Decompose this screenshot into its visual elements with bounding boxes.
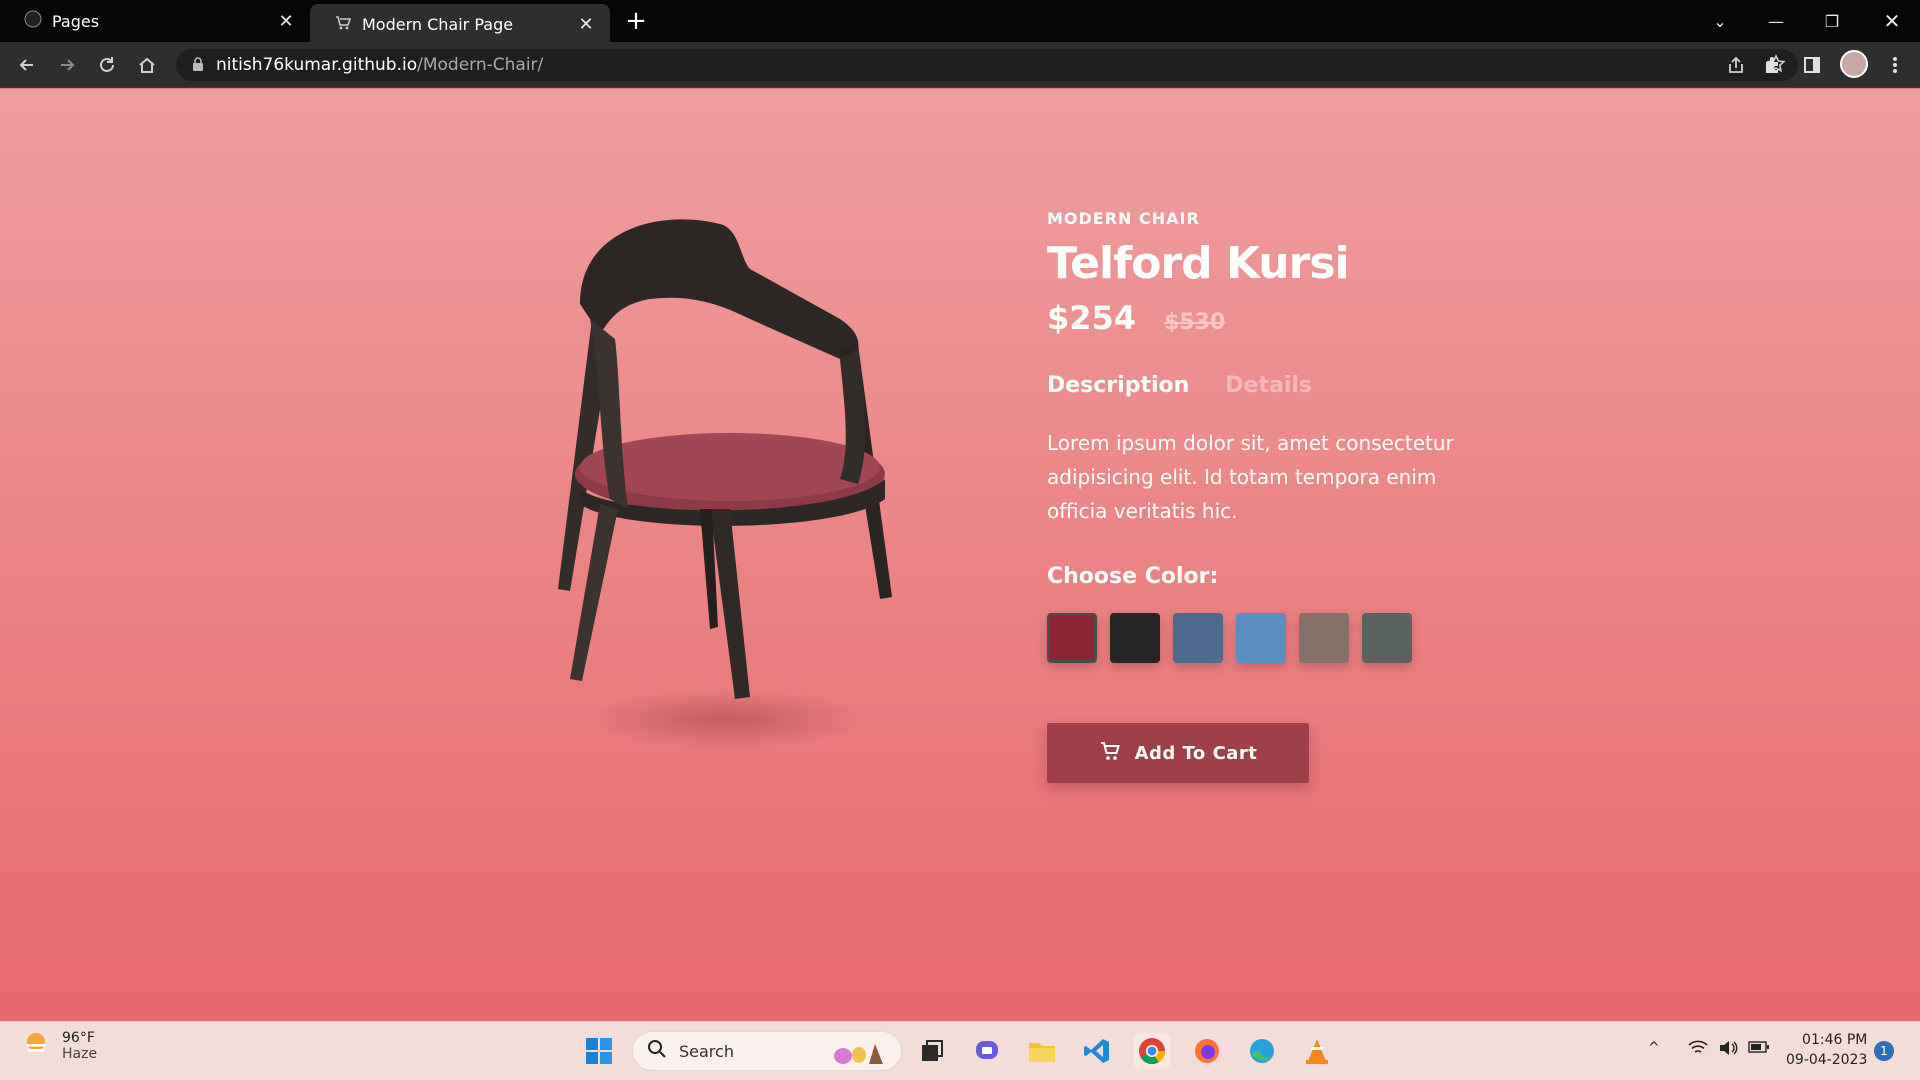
windows-start-icon[interactable] — [581, 1033, 617, 1069]
tab-title: Modern Chair Page — [362, 14, 514, 34]
firefox-icon[interactable] — [1189, 1033, 1225, 1069]
new-tab-button[interactable]: + — [622, 6, 650, 36]
product-description: Lorem ipsum dolor sit, amet consectetur … — [1047, 431, 1454, 523]
vlc-icon[interactable] — [1299, 1033, 1335, 1069]
edge-icon[interactable] — [1244, 1033, 1280, 1069]
minimize-icon[interactable]: — — [1748, 0, 1804, 42]
easter-eggs-icon — [831, 1038, 891, 1070]
github-icon — [24, 10, 42, 32]
product-title: Telford Kursi — [1047, 238, 1350, 289]
file-explorer-icon[interactable] — [1024, 1033, 1060, 1069]
close-tab-icon[interactable]: ✕ — [576, 14, 596, 35]
cart-icon — [1099, 740, 1135, 767]
browser-tab-strip: Pages ✕ Modern Chair Page ✕ + ⌄ — ❐ ✕ — [0, 0, 1920, 44]
browser-toolbar: nitish76kumar.github.io/Modern-Chair/ — [0, 42, 1920, 88]
home-icon[interactable] — [132, 50, 162, 80]
profile-avatar[interactable] — [1840, 50, 1868, 78]
task-view-icon[interactable] — [914, 1033, 950, 1069]
weather-widget[interactable]: 96°F Haze — [22, 1030, 97, 1062]
add-to-cart-button[interactable]: Add To Cart — [1047, 723, 1309, 783]
product-category: MODERN CHAIR — [1047, 209, 1200, 228]
original-price: $530 — [1164, 310, 1226, 335]
wifi-icon[interactable] — [1688, 1040, 1708, 1060]
volume-icon[interactable] — [1718, 1040, 1738, 1060]
address-bar[interactable]: nitish76kumar.github.io/Modern-Chair/ — [176, 49, 1798, 81]
choose-color-label: Choose Color: — [1047, 564, 1219, 589]
price-row: $254 $530 — [1047, 299, 1527, 337]
tab-title: Pages — [52, 11, 100, 31]
close-window-icon[interactable]: ✕ — [1864, 0, 1920, 42]
search-icon — [647, 1039, 667, 1063]
clock-date: 09-04-2023 — [1786, 1052, 1868, 1068]
chrome-icon[interactable] — [1134, 1033, 1170, 1069]
color-swatch-light-blue[interactable] — [1236, 613, 1286, 663]
add-to-cart-label: Add To Cart — [1134, 742, 1258, 764]
tab-details[interactable]: Details — [1225, 373, 1312, 398]
product-page: MODERN CHAIR Telford Kursi $254 $530 Des… — [0, 89, 1920, 1021]
tab-search-icon[interactable]: ⌄ — [1692, 0, 1748, 42]
taskbar-search[interactable]: Search — [632, 1031, 902, 1071]
vscode-icon[interactable] — [1079, 1033, 1115, 1069]
tab-description[interactable]: Description — [1047, 373, 1189, 398]
url-path: /Modern-Chair/ — [417, 55, 544, 75]
color-swatches — [1047, 613, 1527, 663]
search-label: Search — [679, 1041, 734, 1061]
teams-chat-icon[interactable] — [969, 1033, 1005, 1069]
more-menu-icon[interactable] — [1880, 50, 1910, 80]
tab-modern-chair[interactable]: Modern Chair Page ✕ — [310, 4, 610, 44]
url-host: nitish76kumar.github.io — [216, 55, 418, 75]
clock-time: 01:46 PM — [1802, 1032, 1868, 1048]
reload-icon[interactable] — [92, 50, 122, 80]
product-tabs: Description Details — [1047, 373, 1527, 398]
close-tab-icon[interactable]: ✕ — [276, 11, 296, 32]
weather-temperature: 96°F — [62, 1030, 95, 1046]
tab-pages[interactable]: Pages ✕ — [0, 0, 310, 42]
color-swatch-black[interactable] — [1110, 613, 1160, 663]
show-hidden-icons[interactable]: ^ — [1648, 1040, 1660, 1056]
color-swatch-maroon[interactable] — [1047, 613, 1097, 663]
cart-favicon-icon — [334, 13, 352, 35]
back-icon[interactable] — [12, 50, 42, 80]
weather-description: Haze — [62, 1046, 98, 1062]
lock-icon — [192, 56, 204, 75]
chair-image — [540, 209, 940, 729]
current-price: $254 — [1047, 299, 1137, 337]
system-clock[interactable]: 01:46 PM 09-04-2023 — [1786, 1030, 1867, 1070]
windows-taskbar: 96°F Haze Search ^ 01:46 PM 09-04-2023 1 — [0, 1021, 1920, 1080]
sun-haze-icon — [22, 1030, 50, 1062]
notification-badge[interactable]: 1 — [1874, 1041, 1894, 1061]
side-panel-icon[interactable] — [1797, 50, 1827, 80]
share-icon[interactable] — [1726, 55, 1746, 79]
color-swatch-taupe[interactable] — [1299, 613, 1349, 663]
restore-icon[interactable]: ❐ — [1804, 0, 1860, 42]
battery-icon[interactable] — [1748, 1040, 1770, 1058]
forward-icon[interactable] — [52, 50, 82, 80]
product-info: MODERN CHAIR Telford Kursi $254 $530 Des… — [1047, 209, 1527, 783]
extensions-icon[interactable] — [1757, 50, 1787, 80]
color-swatch-slate[interactable] — [1362, 613, 1412, 663]
color-swatch-denim[interactable] — [1173, 613, 1223, 663]
